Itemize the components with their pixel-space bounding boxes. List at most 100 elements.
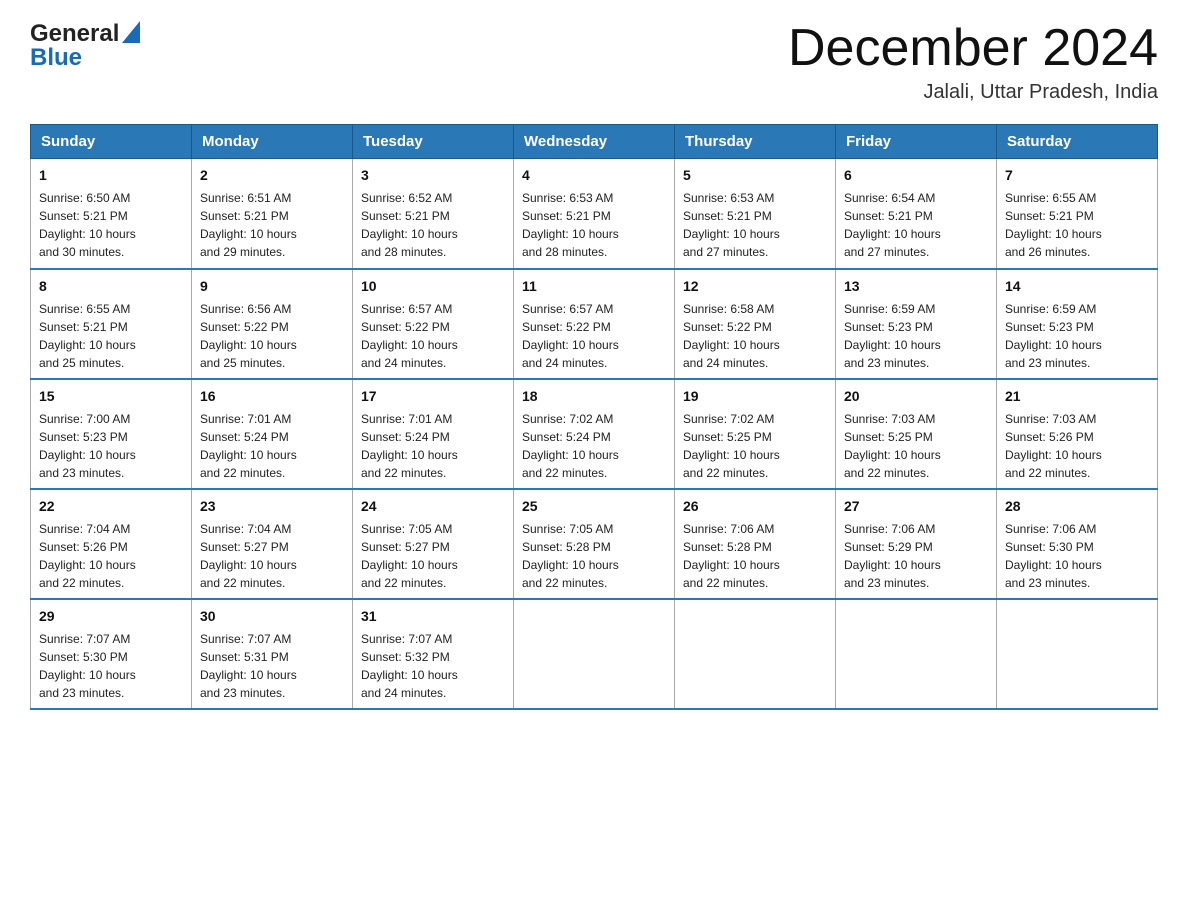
calendar-week-row: 29 Sunrise: 7:07 AMSunset: 5:30 PMDayligh… (31, 599, 1158, 709)
day-number: 1 (39, 165, 183, 186)
day-number: 17 (361, 386, 505, 407)
day-info: Sunrise: 7:00 AMSunset: 5:23 PMDaylight:… (39, 410, 183, 482)
day-number: 9 (200, 276, 344, 297)
day-number: 13 (844, 276, 988, 297)
calendar-day-cell: 23 Sunrise: 7:04 AMSunset: 5:27 PMDayligh… (192, 489, 353, 599)
calendar-day-cell: 25Sunrise: 7:05 AMSunset: 5:28 PMDayligh… (514, 489, 675, 599)
day-info: Sunrise: 7:04 AMSunset: 5:26 PMDaylight:… (39, 520, 183, 592)
calendar-day-cell: 11Sunrise: 6:57 AMSunset: 5:22 PMDayligh… (514, 269, 675, 379)
day-number: 14 (1005, 276, 1149, 297)
calendar-day-cell: 30 Sunrise: 7:07 AMSunset: 5:31 PMDayligh… (192, 599, 353, 709)
calendar-day-cell: 27 Sunrise: 7:06 AMSunset: 5:29 PMDayligh… (836, 489, 997, 599)
day-info: Sunrise: 7:07 AMSunset: 5:32 PMDaylight:… (361, 630, 505, 702)
day-info: Sunrise: 7:06 AMSunset: 5:30 PMDaylight:… (1005, 520, 1149, 592)
calendar-week-row: 15 Sunrise: 7:00 AMSunset: 5:23 PMDayligh… (31, 379, 1158, 489)
day-info: Sunrise: 7:01 AMSunset: 5:24 PMDaylight:… (200, 410, 344, 482)
calendar-week-row: 8Sunrise: 6:55 AMSunset: 5:21 PMDaylight… (31, 269, 1158, 379)
day-number: 15 (39, 386, 183, 407)
day-info: Sunrise: 7:02 AMSunset: 5:24 PMDaylight:… (522, 410, 666, 482)
day-info: Sunrise: 6:51 AMSunset: 5:21 PMDaylight:… (200, 189, 344, 261)
calendar-day-cell: 26 Sunrise: 7:06 AMSunset: 5:28 PMDayligh… (675, 489, 836, 599)
calendar-day-cell: 19Sunrise: 7:02 AMSunset: 5:25 PMDayligh… (675, 379, 836, 489)
calendar-day-cell: 6Sunrise: 6:54 AMSunset: 5:21 PMDaylight… (836, 159, 997, 269)
weekday-header-row: SundayMondayTuesdayWednesdayThursdayFrid… (31, 125, 1158, 159)
day-number: 22 (39, 496, 183, 517)
day-info: Sunrise: 6:52 AMSunset: 5:21 PMDaylight:… (361, 189, 505, 261)
page-header: General Blue December 2024 Jalali, Uttar… (30, 20, 1158, 104)
day-number: 30 (200, 606, 344, 627)
calendar-day-cell: 28 Sunrise: 7:06 AMSunset: 5:30 PMDayligh… (997, 489, 1158, 599)
day-info: Sunrise: 6:53 AMSunset: 5:21 PMDaylight:… (683, 189, 827, 261)
day-info: Sunrise: 7:06 AMSunset: 5:29 PMDaylight:… (844, 520, 988, 592)
day-number: 27 (844, 496, 988, 517)
day-info: Sunrise: 7:01 AMSunset: 5:24 PMDaylight:… (361, 410, 505, 482)
day-info: Sunrise: 6:56 AMSunset: 5:22 PMDaylight:… (200, 300, 344, 372)
day-info: Sunrise: 6:55 AMSunset: 5:21 PMDaylight:… (39, 300, 183, 372)
day-number: 7 (1005, 165, 1149, 186)
logo-blue-text: Blue (30, 44, 82, 72)
day-number: 5 (683, 165, 827, 186)
calendar-day-cell: 18 Sunrise: 7:02 AMSunset: 5:24 PMDayligh… (514, 379, 675, 489)
calendar-day-cell: 8Sunrise: 6:55 AMSunset: 5:21 PMDaylight… (31, 269, 192, 379)
calendar-empty-cell (514, 599, 675, 709)
day-info: Sunrise: 7:02 AMSunset: 5:25 PMDaylight:… (683, 410, 827, 482)
calendar-day-cell: 13 Sunrise: 6:59 AMSunset: 5:23 PMDayligh… (836, 269, 997, 379)
day-number: 2 (200, 165, 344, 186)
day-info: Sunrise: 6:50 AMSunset: 5:21 PMDaylight:… (39, 189, 183, 261)
calendar-day-cell: 29 Sunrise: 7:07 AMSunset: 5:30 PMDayligh… (31, 599, 192, 709)
day-info: Sunrise: 6:57 AMSunset: 5:22 PMDaylight:… (361, 300, 505, 372)
weekday-header-friday: Friday (836, 125, 997, 159)
day-number: 10 (361, 276, 505, 297)
day-info: Sunrise: 7:06 AMSunset: 5:28 PMDaylight:… (683, 520, 827, 592)
day-number: 16 (200, 386, 344, 407)
day-info: Sunrise: 7:05 AMSunset: 5:28 PMDaylight:… (522, 520, 666, 592)
calendar-day-cell: 3 Sunrise: 6:52 AMSunset: 5:21 PMDaylight… (353, 159, 514, 269)
day-number: 21 (1005, 386, 1149, 407)
day-info: Sunrise: 7:07 AMSunset: 5:31 PMDaylight:… (200, 630, 344, 702)
calendar-table: SundayMondayTuesdayWednesdayThursdayFrid… (30, 124, 1158, 710)
day-number: 26 (683, 496, 827, 517)
calendar-day-cell: 15 Sunrise: 7:00 AMSunset: 5:23 PMDayligh… (31, 379, 192, 489)
calendar-day-cell: 2 Sunrise: 6:51 AMSunset: 5:21 PMDaylight… (192, 159, 353, 269)
calendar-day-cell: 22 Sunrise: 7:04 AMSunset: 5:26 PMDayligh… (31, 489, 192, 599)
day-number: 28 (1005, 496, 1149, 517)
day-number: 31 (361, 606, 505, 627)
day-number: 23 (200, 496, 344, 517)
day-number: 6 (844, 165, 988, 186)
logo-area: General Blue (30, 20, 140, 72)
calendar-week-row: 1 Sunrise: 6:50 AMSunset: 5:21 PMDaylight… (31, 159, 1158, 269)
day-number: 18 (522, 386, 666, 407)
day-number: 24 (361, 496, 505, 517)
day-number: 4 (522, 165, 666, 186)
calendar-day-cell: 21 Sunrise: 7:03 AMSunset: 5:26 PMDayligh… (997, 379, 1158, 489)
day-info: Sunrise: 7:04 AMSunset: 5:27 PMDaylight:… (200, 520, 344, 592)
calendar-day-cell: 24 Sunrise: 7:05 AMSunset: 5:27 PMDayligh… (353, 489, 514, 599)
calendar-empty-cell (997, 599, 1158, 709)
calendar-day-cell: 10 Sunrise: 6:57 AMSunset: 5:22 PMDayligh… (353, 269, 514, 379)
calendar-day-cell: 9 Sunrise: 6:56 AMSunset: 5:22 PMDaylight… (192, 269, 353, 379)
weekday-header-sunday: Sunday (31, 125, 192, 159)
calendar-day-cell: 20Sunrise: 7:03 AMSunset: 5:25 PMDayligh… (836, 379, 997, 489)
day-info: Sunrise: 6:58 AMSunset: 5:22 PMDaylight:… (683, 300, 827, 372)
calendar-day-cell: 7Sunrise: 6:55 AMSunset: 5:21 PMDaylight… (997, 159, 1158, 269)
calendar-day-cell: 17 Sunrise: 7:01 AMSunset: 5:24 PMDayligh… (353, 379, 514, 489)
day-number: 29 (39, 606, 183, 627)
day-number: 3 (361, 165, 505, 186)
day-info: Sunrise: 7:03 AMSunset: 5:26 PMDaylight:… (1005, 410, 1149, 482)
weekday-header-monday: Monday (192, 125, 353, 159)
calendar-day-cell: 16 Sunrise: 7:01 AMSunset: 5:24 PMDayligh… (192, 379, 353, 489)
calendar-day-cell: 31 Sunrise: 7:07 AMSunset: 5:32 PMDayligh… (353, 599, 514, 709)
calendar-day-cell: 5 Sunrise: 6:53 AMSunset: 5:21 PMDaylight… (675, 159, 836, 269)
month-title: December 2024 (788, 20, 1158, 77)
day-number: 11 (522, 276, 666, 297)
weekday-header-saturday: Saturday (997, 125, 1158, 159)
location-title: Jalali, Uttar Pradesh, India (788, 81, 1158, 104)
calendar-day-cell: 12 Sunrise: 6:58 AMSunset: 5:22 PMDayligh… (675, 269, 836, 379)
weekday-header-tuesday: Tuesday (353, 125, 514, 159)
calendar-day-cell: 1 Sunrise: 6:50 AMSunset: 5:21 PMDaylight… (31, 159, 192, 269)
day-info: Sunrise: 7:03 AMSunset: 5:25 PMDaylight:… (844, 410, 988, 482)
day-number: 12 (683, 276, 827, 297)
day-info: Sunrise: 7:05 AMSunset: 5:27 PMDaylight:… (361, 520, 505, 592)
day-info: Sunrise: 6:59 AMSunset: 5:23 PMDaylight:… (844, 300, 988, 372)
day-info: Sunrise: 7:07 AMSunset: 5:30 PMDaylight:… (39, 630, 183, 702)
